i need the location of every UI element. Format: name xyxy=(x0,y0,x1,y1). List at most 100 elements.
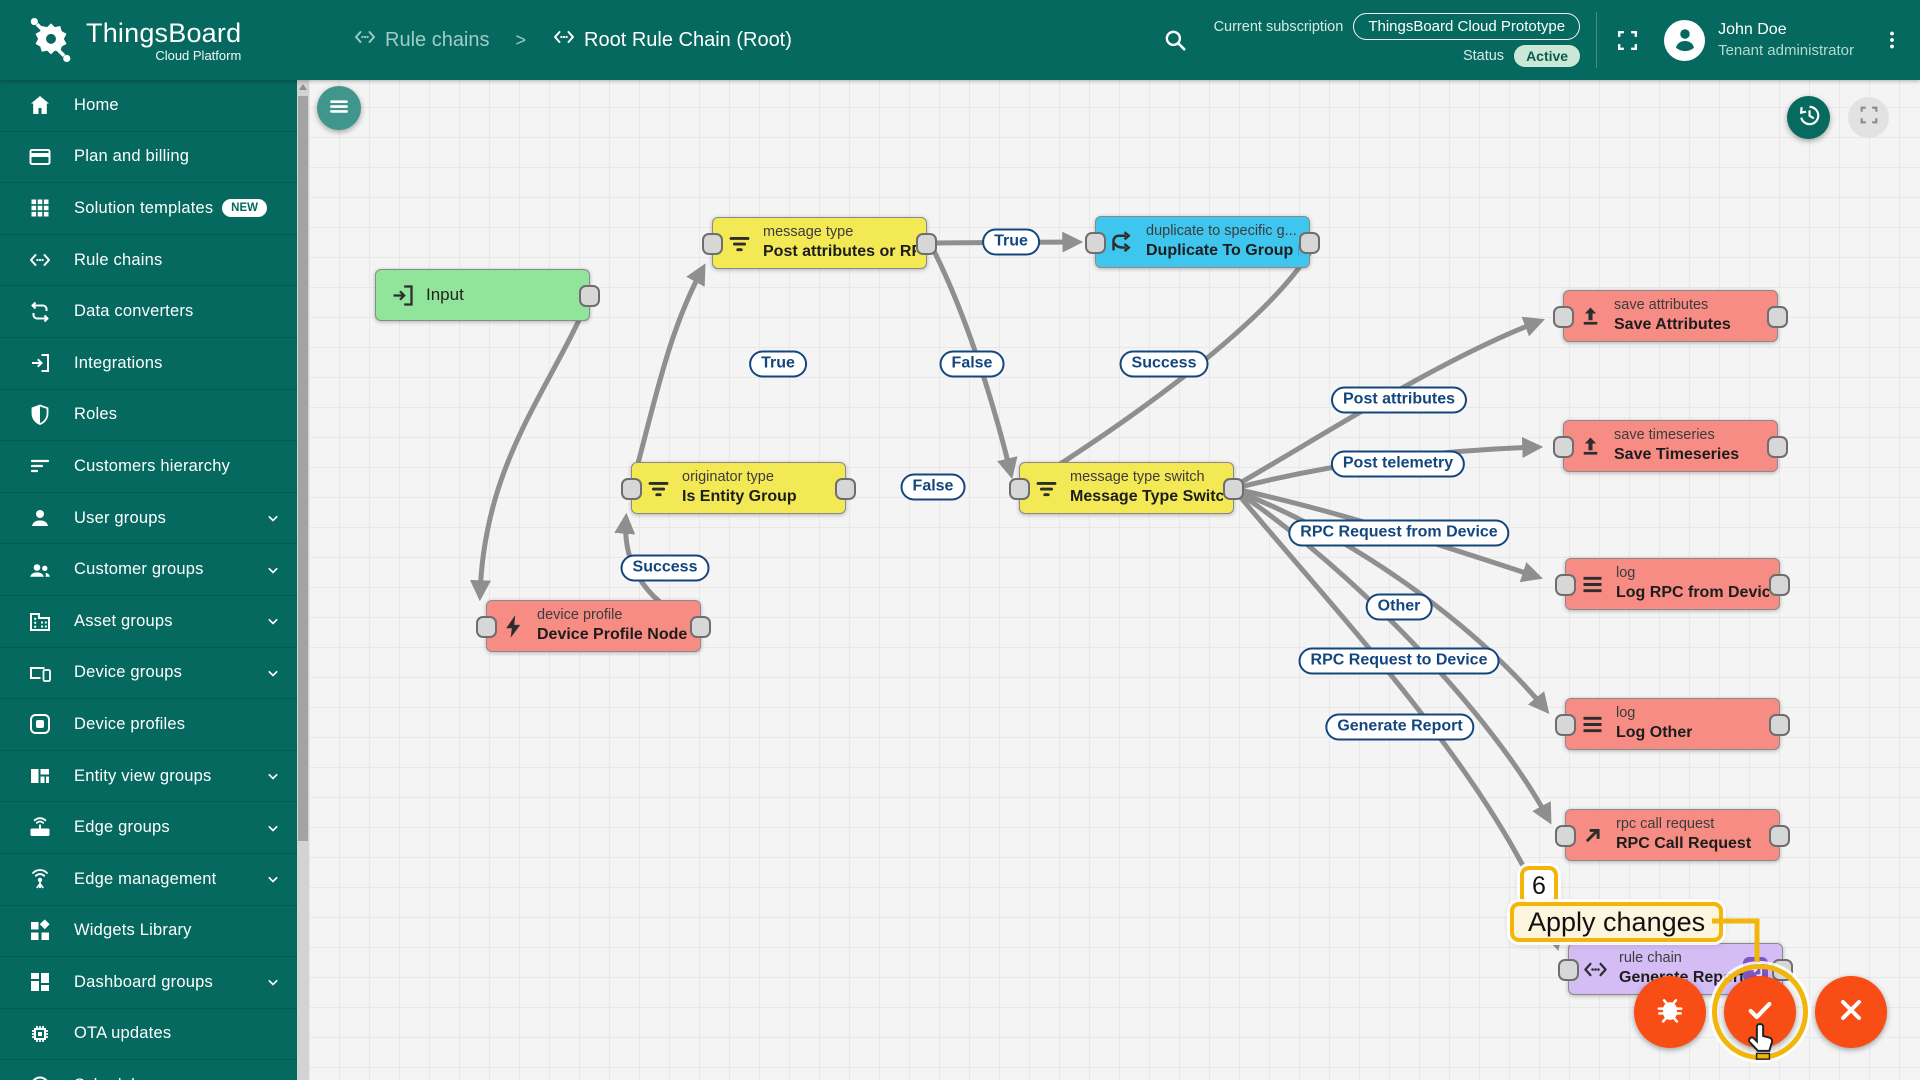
avatar[interactable] xyxy=(1664,19,1706,61)
sidebar-item-rule-chains[interactable]: Rule chains xyxy=(0,235,297,287)
cancel-changes-button[interactable] xyxy=(1815,976,1887,1048)
node-port-left[interactable] xyxy=(621,478,642,500)
edge-label-success[interactable]: Success xyxy=(1119,350,1209,378)
edge-label-false[interactable]: False xyxy=(900,473,966,501)
node-save-timeseries[interactable]: save timeseries Save Timeseries xyxy=(1553,420,1788,472)
node-port-right[interactable] xyxy=(1767,436,1788,458)
canvas-menu-button[interactable] xyxy=(317,86,361,130)
node-port-left[interactable] xyxy=(1558,959,1579,981)
breadcrumb: Rule chains > Root Rule Chain (Root) xyxy=(353,25,792,55)
node-port-right[interactable] xyxy=(1772,959,1793,981)
node-port-right[interactable] xyxy=(579,285,600,307)
node-originator-type[interactable]: originator type Is Entity Group xyxy=(621,462,856,514)
node-port-left[interactable] xyxy=(1009,478,1030,500)
node-input[interactable]: Input xyxy=(375,269,600,321)
node-port-right[interactable] xyxy=(835,478,856,500)
edge-label-other[interactable]: Other xyxy=(1365,593,1433,621)
rule-chain-icon xyxy=(552,25,576,55)
breadcrumb-rule-chains[interactable]: Rule chains xyxy=(353,25,490,55)
scrollbar-up-arrow[interactable] xyxy=(299,84,307,90)
chevron-down-icon[interactable] xyxy=(263,869,283,889)
sidebar-item-widgets-library[interactable]: Widgets Library xyxy=(0,906,297,958)
sidebar-item-home[interactable]: Home xyxy=(0,80,297,132)
canvas-fullscreen-button[interactable] xyxy=(1848,97,1889,138)
sidebar-item-data-converters[interactable]: Data converters xyxy=(0,286,297,338)
node-name-label: Log Other xyxy=(1616,724,1693,742)
sidebar-scrollbar[interactable] xyxy=(297,80,309,1080)
node-port-right[interactable] xyxy=(1223,478,1244,500)
app-title: ThingsBoard xyxy=(86,17,242,48)
sidebar-item-customer-groups[interactable]: Customer groups xyxy=(0,544,297,596)
node-port-right[interactable] xyxy=(1769,825,1790,847)
sidebar-item-label: Device groups xyxy=(74,663,183,682)
subscription-plan-button[interactable]: ThingsBoard Cloud Prototype xyxy=(1353,13,1581,40)
node-port-right[interactable] xyxy=(1299,232,1320,254)
logo[interactable]: ThingsBoard Cloud Platform xyxy=(0,13,297,67)
header-fullscreen-icon[interactable] xyxy=(1615,28,1640,53)
node-port-left[interactable] xyxy=(476,616,497,638)
edge-label-true[interactable]: True xyxy=(982,228,1040,256)
node-log-other[interactable]: log Log Other xyxy=(1555,698,1790,750)
node-save-attributes[interactable]: save attributes Save Attributes xyxy=(1553,290,1788,342)
node-port-right[interactable] xyxy=(1767,306,1788,328)
user-info[interactable]: John Doe Tenant administrator xyxy=(1718,21,1854,59)
apply-changes-button[interactable] xyxy=(1724,976,1796,1048)
sidebar-item-scheduler[interactable]: Scheduler xyxy=(0,1060,297,1080)
node-port-left[interactable] xyxy=(1555,825,1576,847)
node-port-right[interactable] xyxy=(1769,714,1790,736)
chevron-down-icon[interactable] xyxy=(263,611,283,631)
sidebar-item-roles[interactable]: Roles xyxy=(0,390,297,442)
sidebar-item-user-groups[interactable]: User groups xyxy=(0,493,297,545)
node-port-right[interactable] xyxy=(690,616,711,638)
sidebar-item-dashboard-groups[interactable]: Dashboard groups xyxy=(0,957,297,1009)
node-rpc-call-request[interactable]: rpc call request RPC Call Request xyxy=(1555,809,1790,861)
edge-label-success[interactable]: Success xyxy=(620,554,710,582)
node-port-left[interactable] xyxy=(1553,306,1574,328)
node-log-rpc-from-device[interactable]: log Log RPC from Device xyxy=(1555,558,1790,610)
node-duplicate-to-group[interactable]: duplicate to specific g... Duplicate To G… xyxy=(1085,216,1320,268)
debug-mode-button[interactable] xyxy=(1634,976,1706,1048)
node-port-right[interactable] xyxy=(916,233,937,255)
edge-label-rpc-request-from-device[interactable]: RPC Request from Device xyxy=(1288,519,1510,547)
sidebar-item-solution-templates[interactable]: Solution templates NEW xyxy=(0,183,297,235)
sidebar-item-asset-groups[interactable]: Asset groups xyxy=(0,596,297,648)
chevron-down-icon[interactable] xyxy=(263,508,283,528)
edge-label-true[interactable]: True xyxy=(749,350,807,378)
version-history-button[interactable] xyxy=(1787,96,1830,139)
sidebar-item-device-groups[interactable]: Device groups xyxy=(0,648,297,700)
chevron-down-icon[interactable] xyxy=(263,663,283,683)
node-port-left[interactable] xyxy=(1555,714,1576,736)
chevron-down-icon[interactable] xyxy=(263,818,283,838)
edge-label-rpc-request-to-device[interactable]: RPC Request to Device xyxy=(1298,647,1500,675)
sidebar-item-integrations[interactable]: Integrations xyxy=(0,338,297,390)
node-port-left[interactable] xyxy=(1085,232,1106,254)
sidebar-item-edge-groups[interactable]: Edge groups xyxy=(0,802,297,854)
sidebar-item-customers-hierarchy[interactable]: Customers hierarchy xyxy=(0,441,297,493)
edge-connection[interactable] xyxy=(469,295,593,602)
edge-label-false[interactable]: False xyxy=(939,350,1005,378)
edge-connection[interactable] xyxy=(630,263,706,483)
chevron-down-icon[interactable] xyxy=(263,766,283,786)
more-menu-icon[interactable] xyxy=(1880,28,1904,52)
sidebar-item-plan-and-billing[interactable]: Plan and billing xyxy=(0,132,297,184)
sidebar-item-entity-view-groups[interactable]: Entity view groups xyxy=(0,751,297,803)
node-port-left[interactable] xyxy=(1553,436,1574,458)
node-port-right[interactable] xyxy=(1769,574,1790,596)
status-badge[interactable]: Active xyxy=(1514,45,1581,67)
node-type-label: device profile xyxy=(537,607,623,624)
edge-label-post-telemetry[interactable]: Post telemetry xyxy=(1330,450,1466,478)
search-icon[interactable] xyxy=(1162,27,1188,53)
node-filter-message-type[interactable]: message type Post attributes or RP... xyxy=(702,217,937,269)
node-message-type-switch[interactable]: message type switch Message Type Switch xyxy=(1009,462,1244,514)
scrollbar-thumb[interactable] xyxy=(298,96,308,841)
sidebar-item-edge-management[interactable]: Edge management xyxy=(0,854,297,906)
edge-label-generate-report[interactable]: Generate Report xyxy=(1325,713,1475,741)
node-device-profile[interactable]: device profile Device Profile Node xyxy=(476,600,711,652)
node-port-left[interactable] xyxy=(702,233,723,255)
chevron-down-icon[interactable] xyxy=(263,972,283,992)
chevron-down-icon[interactable] xyxy=(263,560,283,580)
sidebar-item-device-profiles[interactable]: Device profiles xyxy=(0,699,297,751)
node-port-left[interactable] xyxy=(1555,574,1576,596)
sidebar-item-ota-updates[interactable]: OTA updates xyxy=(0,1009,297,1061)
edge-label-post-attributes[interactable]: Post attributes xyxy=(1330,386,1468,414)
